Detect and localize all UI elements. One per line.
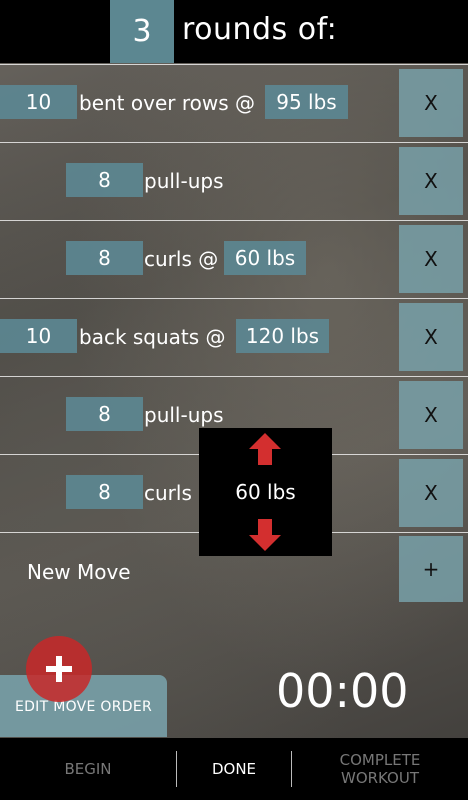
move-name[interactable]: bent over rows @ xyxy=(79,91,255,115)
remove-move-button[interactable]: X xyxy=(399,303,463,371)
weight-field[interactable]: 95 lbs xyxy=(265,85,348,119)
move-row: 8 curls @ 60 lbs X xyxy=(0,220,468,299)
move-name[interactable]: curls @ xyxy=(144,247,218,271)
new-move-label[interactable]: New Move xyxy=(27,560,131,584)
increase-arrow-icon[interactable] xyxy=(248,432,282,466)
weight-picker: 60 lbs xyxy=(199,428,332,556)
weight-picker-value: 60 lbs xyxy=(235,480,296,504)
tab-complete-workout[interactable]: COMPLETE WORKOUT xyxy=(292,738,468,800)
reps-field[interactable]: 8 xyxy=(66,241,143,275)
remove-move-button[interactable]: X xyxy=(399,381,463,449)
weight-field[interactable]: 120 lbs xyxy=(236,319,329,353)
move-row: 10 back squats @ 120 lbs X xyxy=(0,298,468,377)
tab-begin[interactable]: BEGIN xyxy=(0,738,176,800)
remove-move-button[interactable]: X xyxy=(399,459,463,527)
add-move-button[interactable]: + xyxy=(399,536,463,602)
reps-field[interactable]: 10 xyxy=(0,85,77,119)
move-name[interactable]: pull-ups xyxy=(144,403,224,427)
plus-icon xyxy=(46,656,72,682)
rounds-label: rounds of: xyxy=(182,12,338,47)
remove-move-button[interactable]: X xyxy=(399,147,463,215)
add-fab-button[interactable] xyxy=(26,636,92,702)
move-row: 10 bent over rows @ 95 lbs X xyxy=(0,64,468,143)
move-name[interactable]: back squats @ xyxy=(79,325,226,349)
timer-display: 00:00 xyxy=(276,664,409,718)
bottom-bar: BEGIN DONE COMPLETE WORKOUT xyxy=(0,738,468,800)
tab-done[interactable]: DONE xyxy=(177,738,291,800)
remove-move-button[interactable]: X xyxy=(399,225,463,293)
move-name[interactable]: curls xyxy=(144,481,192,505)
remove-move-button[interactable]: X xyxy=(399,69,463,137)
weight-field[interactable]: 60 lbs xyxy=(224,241,306,275)
reps-field[interactable]: 8 xyxy=(66,397,143,431)
move-row: 8 pull-ups X xyxy=(0,142,468,221)
decrease-arrow-icon[interactable] xyxy=(248,518,282,552)
reps-field[interactable]: 10 xyxy=(0,319,77,353)
rounds-count-field[interactable]: 3 xyxy=(110,0,174,63)
reps-field[interactable]: 8 xyxy=(66,163,143,197)
header: 3 rounds of: xyxy=(0,0,468,63)
move-name[interactable]: pull-ups xyxy=(144,169,224,193)
reps-field[interactable]: 8 xyxy=(66,475,143,509)
